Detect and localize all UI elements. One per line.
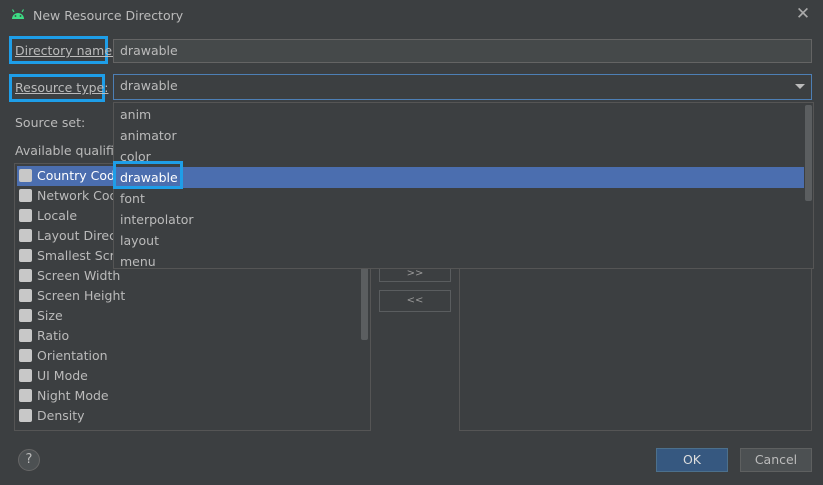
resource-type-option-menu[interactable]: menu (114, 251, 804, 268)
qualifier-label: Size (37, 308, 63, 323)
country-code-icon (19, 169, 32, 182)
drawable-option-highlight (113, 161, 183, 189)
resource-type-combobox[interactable]: drawable (113, 74, 812, 100)
ratio-icon (19, 329, 32, 342)
qualifier-item[interactable]: Size (17, 306, 357, 326)
qualifier-label: Country Code (37, 168, 123, 183)
resource-type-option-interpolator[interactable]: interpolator (114, 209, 804, 230)
chevron-down-icon[interactable] (795, 84, 805, 89)
qualifier-item[interactable]: UI Mode (17, 366, 357, 386)
resource-type-option-animator[interactable]: animator (114, 125, 804, 146)
resource-type-option-color[interactable]: color (114, 146, 804, 167)
qualifier-label: UI Mode (37, 368, 88, 383)
directory-name-label: Directory name: (15, 43, 117, 58)
qualifier-label: Network Code (37, 188, 126, 203)
directory-name-input[interactable]: drawable (113, 39, 812, 63)
night-mode-icon (19, 389, 32, 402)
globe-icon (19, 209, 32, 222)
qualifier-label: Orientation (37, 348, 108, 363)
screen-width-icon (19, 269, 32, 282)
qualifier-item[interactable]: Density (17, 406, 357, 426)
qualifier-label: Ratio (37, 328, 70, 343)
remove-qualifier-button[interactable]: << (379, 290, 451, 312)
resource-type-value: drawable (120, 78, 178, 93)
dropdown-scrollbar[interactable] (805, 105, 812, 201)
help-button[interactable]: ? (18, 449, 40, 471)
size-icon (19, 309, 32, 322)
density-icon (19, 409, 32, 422)
ok-button[interactable]: OK (656, 448, 728, 472)
qualifier-item[interactable]: Screen Height (17, 286, 357, 306)
resource-type-label: Resource type: (15, 80, 109, 95)
qualifier-label: Smallest Scre (37, 248, 123, 263)
resource-type-option-font[interactable]: font (114, 188, 804, 209)
qualifier-label: Locale (37, 208, 78, 223)
layout-direction-icon (19, 229, 32, 242)
ui-mode-icon (19, 369, 32, 382)
resource-type-dropdown[interactable]: anim animator color drawable font interpolato… (113, 102, 814, 269)
chosen-qualifiers-list[interactable] (459, 263, 812, 431)
qualifier-item[interactable]: Screen Width (17, 266, 357, 286)
available-qualifiers-label: Available qualifier (15, 143, 127, 158)
resource-type-option-anim[interactable]: anim (114, 104, 804, 125)
source-set-label: Source set: (15, 115, 86, 130)
close-icon[interactable]: ✕ (794, 4, 812, 24)
cancel-button[interactable]: Cancel (740, 448, 812, 472)
qualifier-item[interactable]: Night Mode (17, 386, 357, 406)
orientation-icon (19, 349, 32, 362)
resource-type-option-layout[interactable]: layout (114, 230, 804, 251)
android-icon (11, 9, 25, 19)
qualifier-label: Night Mode (37, 388, 109, 403)
resource-type-option-drawable[interactable]: drawable (114, 167, 804, 188)
qualifier-label: Density (37, 408, 85, 423)
qualifier-item[interactable]: Ratio (17, 326, 357, 346)
qualifiers-scrollbar[interactable] (361, 264, 368, 340)
window-title: New Resource Directory (33, 8, 184, 23)
network-code-icon (19, 189, 32, 202)
qualifier-label: Layout Directi (37, 228, 125, 243)
qualifier-label: Screen Width (37, 268, 121, 283)
smallest-screen-icon (19, 249, 32, 262)
qualifier-item[interactable]: Orientation (17, 346, 357, 366)
screen-height-icon (19, 289, 32, 302)
qualifier-label: Screen Height (37, 288, 126, 303)
